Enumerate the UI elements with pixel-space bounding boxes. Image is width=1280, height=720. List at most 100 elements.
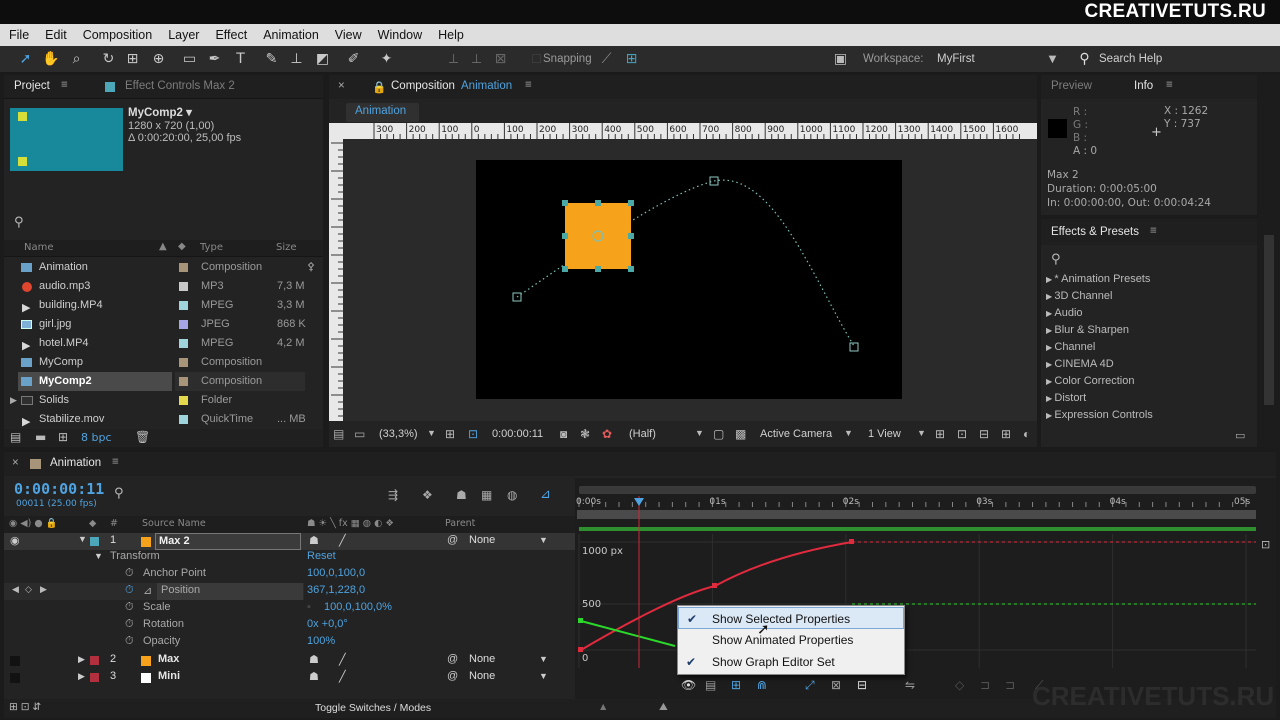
label-swatch[interactable] xyxy=(179,263,188,272)
snap-icon[interactable]: ⋒ xyxy=(757,678,767,692)
zoom-slider-thumb[interactable]: ▲ xyxy=(598,701,608,713)
collapse-arrow-icon[interactable]: ▼ xyxy=(78,534,87,544)
new-comp-icon[interactable]: ⊞ xyxy=(58,430,68,444)
convert-hold-icon[interactable]: ⊐ xyxy=(980,678,990,692)
frame-blending-icon[interactable]: ▦ xyxy=(481,488,492,502)
project-item[interactable]: ▶ hotel.MP4 MPEG 4,2 M xyxy=(4,334,323,353)
label-swatch[interactable] xyxy=(179,358,188,367)
scrollbar-thumb[interactable] xyxy=(1264,235,1274,405)
prop-position-value[interactable]: 367,1,228,0 xyxy=(307,584,365,596)
panel-menu-icon[interactable]: ≡ xyxy=(112,456,119,468)
expand-arrow-icon[interactable]: ▶ xyxy=(10,391,17,410)
effects-category[interactable]: ▶ Expression Controls xyxy=(1046,409,1153,421)
hand-tool-icon[interactable]: ✋ xyxy=(42,51,59,68)
layer-name[interactable]: Max xyxy=(158,653,179,665)
current-time-display[interactable]: 0:00:00:11 xyxy=(14,480,104,498)
tab-composition[interactable]: Composition xyxy=(391,80,455,92)
composition-viewer[interactable] xyxy=(343,139,1037,421)
show-snapshot-icon[interactable]: ❃ xyxy=(580,427,590,441)
zoom-tool-icon[interactable]: ⌕ xyxy=(68,51,85,68)
project-item[interactable]: MyComp Composition xyxy=(4,353,323,372)
menu-layer[interactable]: Layer xyxy=(159,28,206,42)
effects-category[interactable]: ▶ CINEMA 4D xyxy=(1046,358,1114,370)
prop-rotation-value[interactable]: 0x +0,0° xyxy=(307,618,348,630)
chevron-down-icon[interactable]: ▼ xyxy=(539,671,548,681)
pen-tool-icon[interactable]: ✒ xyxy=(206,51,223,68)
label-swatch[interactable] xyxy=(179,415,188,424)
new-folder-icon[interactable]: ▬ xyxy=(35,430,46,444)
layer-row-max[interactable]: ▶ 2 Max ☗ ╱ @ None ▼ xyxy=(4,652,575,669)
quality-switch-icon[interactable]: ╱ xyxy=(339,670,346,683)
tab-info[interactable]: Info xyxy=(1134,80,1153,92)
search-icon[interactable]: ⚲ xyxy=(14,215,24,230)
choose-graph-type-icon[interactable]: ⊡ xyxy=(1261,538,1270,551)
parent-select[interactable]: None xyxy=(469,534,495,546)
always-preview-icon[interactable]: ▤ xyxy=(333,427,344,441)
new-bin-icon[interactable]: ▭ xyxy=(1235,429,1245,442)
eye-toggle-off[interactable] xyxy=(10,656,20,666)
close-tab-icon[interactable]: × xyxy=(12,457,19,469)
fast-previews-icon[interactable]: ⊡ xyxy=(957,427,967,441)
menu-help[interactable]: Help xyxy=(429,28,471,42)
add-keyframe-icon[interactable]: ◇ xyxy=(25,584,32,595)
menu-view[interactable]: View xyxy=(326,28,369,42)
expand-arrow-icon[interactable]: ▶ xyxy=(78,671,85,682)
puppet-pin-tool-icon[interactable]: ✦ xyxy=(378,51,395,68)
layer-max-2-shape[interactable] xyxy=(565,203,631,269)
menu-file[interactable]: File xyxy=(0,28,36,42)
project-item[interactable]: ▶ building.MP4 MPEG 3,3 M xyxy=(4,296,323,315)
tab-project[interactable]: Project xyxy=(14,80,50,92)
search-help-input[interactable]: Search Help xyxy=(1099,53,1162,65)
label-swatch[interactable] xyxy=(179,396,188,405)
layer-row-max-2[interactable]: ◉ ▼ 1 Max 2 ☗ ╱ @ None ▼ xyxy=(4,533,575,550)
clone-stamp-tool-icon[interactable]: ⊥ xyxy=(288,51,305,68)
zoom-select[interactable]: (33,3%) xyxy=(379,428,418,440)
panel-menu-icon[interactable]: ≡ xyxy=(1166,79,1173,91)
toggle-switches-modes[interactable]: Toggle Switches / Modes xyxy=(315,702,431,714)
draft-3d-icon[interactable]: ❖ xyxy=(422,488,433,502)
mask-visibility-icon[interactable]: ⊡ xyxy=(468,427,478,441)
lock-icon[interactable]: 🔒 xyxy=(372,80,386,94)
quality-switch-icon[interactable]: ╱ xyxy=(339,534,346,547)
prev-keyframe-icon[interactable]: ◀ xyxy=(12,584,19,595)
fit-selection-icon[interactable]: ⊠ xyxy=(831,678,841,692)
title-safe-icon[interactable]: ⊞ xyxy=(445,427,455,441)
label-swatch[interactable] xyxy=(179,320,188,329)
prop-opacity-value[interactable]: 100% xyxy=(307,635,335,647)
effects-category[interactable]: ▶ Blur & Sharpen xyxy=(1046,324,1129,336)
panel-menu-icon[interactable]: ≡ xyxy=(1150,225,1157,237)
local-axis-icon[interactable]: ⟂ xyxy=(445,51,462,68)
pan-behind-tool-icon[interactable]: ⊕ xyxy=(150,51,167,68)
pick-whip-icon[interactable]: @ xyxy=(447,653,458,665)
workspace-select[interactable]: MyFirst xyxy=(937,53,975,65)
shy-switch-icon[interactable]: ☗ xyxy=(309,534,319,547)
zoom-in-icon[interactable]: ⛰ xyxy=(659,701,668,714)
exposure-icon[interactable]: ◐ xyxy=(1023,427,1030,441)
menu-animation[interactable]: Animation xyxy=(254,28,326,42)
label-swatch[interactable] xyxy=(179,301,188,310)
menu-window[interactable]: Window xyxy=(369,28,429,42)
snap-options-icon[interactable]: ⟋ xyxy=(598,51,615,68)
collapse-arrow-icon[interactable]: ▼ xyxy=(94,551,103,561)
parent-select[interactable]: None xyxy=(469,653,495,665)
chevron-down-icon[interactable]: ▼ xyxy=(539,535,548,545)
text-tool-icon[interactable]: T xyxy=(232,51,249,68)
graph-editor-icon[interactable]: ⊿ xyxy=(540,487,551,502)
camera-select[interactable]: Active Camera xyxy=(760,428,832,440)
selection-tool-icon[interactable]: ➚ xyxy=(17,51,34,68)
toggle-pixel-aspect-icon[interactable]: ⊞ xyxy=(935,427,945,441)
chevron-down-icon[interactable]: ▼ xyxy=(917,428,926,438)
effects-category[interactable]: ▶ 3D Channel xyxy=(1046,290,1112,302)
fit-all-icon[interactable]: ⊟ xyxy=(857,678,867,692)
expand-arrow-icon[interactable]: ▶ xyxy=(78,654,85,665)
shy-layers-icon[interactable]: ☗ xyxy=(456,488,467,502)
reset-link[interactable]: Reset xyxy=(307,550,336,562)
comp-subtab[interactable]: Animation xyxy=(346,103,419,122)
stopwatch-active-icon[interactable]: ⏱ xyxy=(125,584,134,597)
label-swatch[interactable] xyxy=(179,377,188,386)
menu-edit[interactable]: Edit xyxy=(36,28,74,42)
menu-composition[interactable]: Composition xyxy=(74,28,159,42)
menu-item-show-graph-editor-set[interactable]: ✔ Show Graph Editor Set xyxy=(678,651,904,673)
graph-include-icon[interactable]: ⊿ xyxy=(143,584,152,597)
chevron-down-icon[interactable]: ▼ xyxy=(539,654,548,664)
